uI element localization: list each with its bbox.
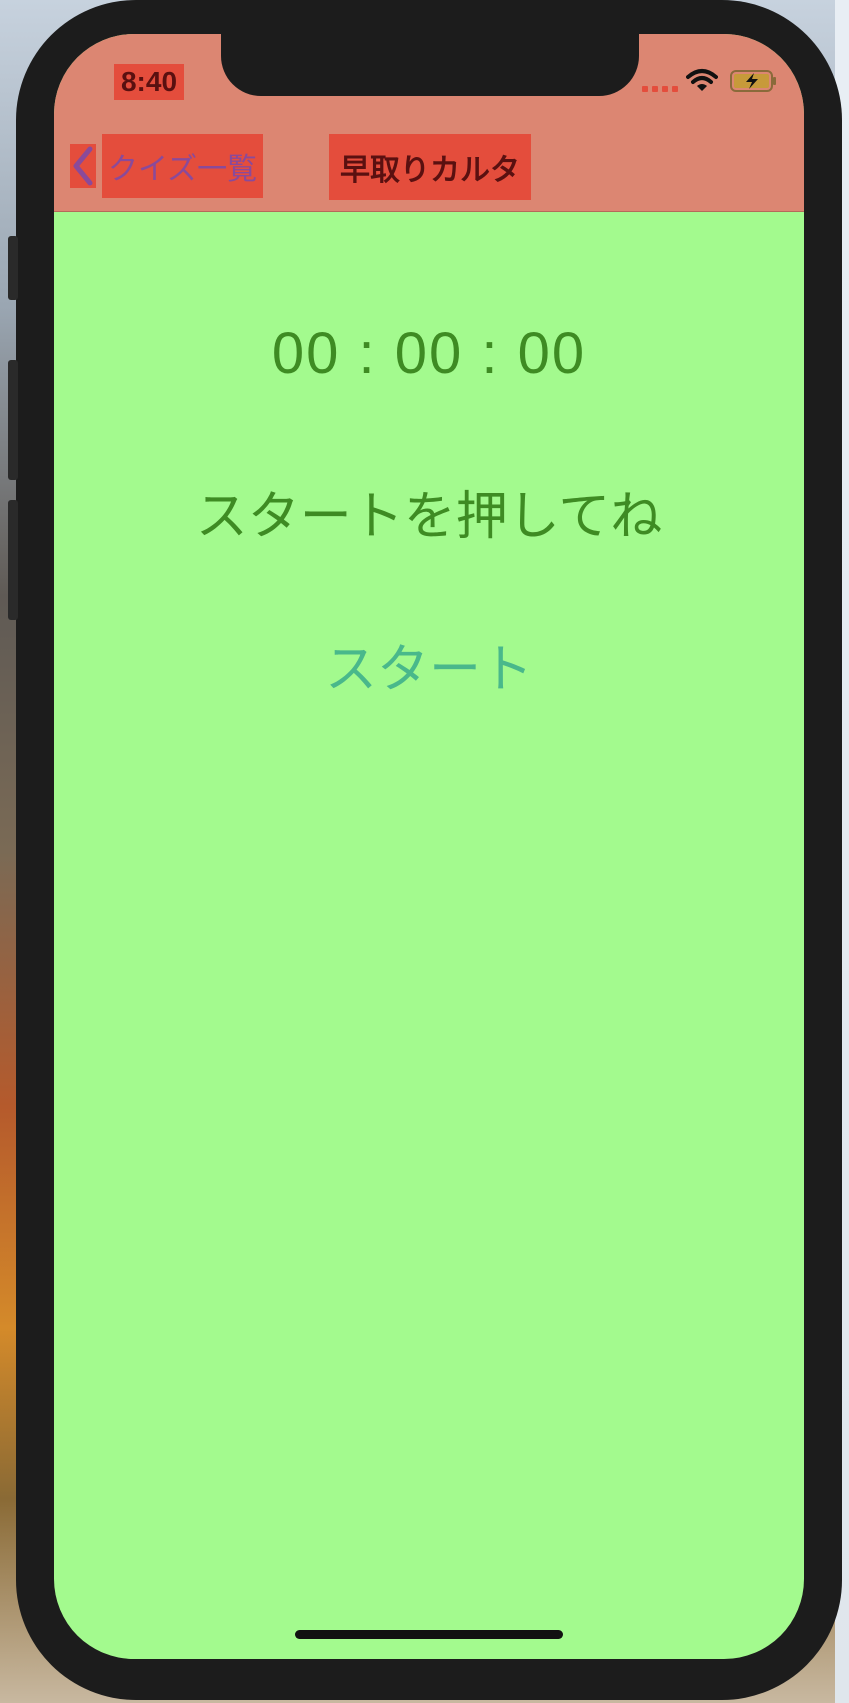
silent-switch [8,236,18,300]
signal-dots-icon [642,86,678,92]
battery-charging-icon [730,70,776,92]
volume-up-button [8,360,18,480]
status-time: 8:40 [114,64,184,100]
start-button[interactable]: スタート [269,624,589,704]
back-button-label: クイズ一覧 [102,134,264,198]
volume-down-button [8,500,18,620]
back-button[interactable]: クイズ一覧 [70,134,264,198]
page-title: 早取りカルタ [329,134,531,200]
navigation-header: 8:40 クイズ一覧 早取りカルタ [54,34,804,212]
wifi-icon [686,69,718,91]
device-screen: 8:40 クイズ一覧 早取りカルタ 00: 00: 00 スタートを押してね… [54,34,804,1659]
chevron-left-icon [70,144,96,188]
instruction-message: スタートを押してね [195,487,663,547]
notch [221,34,639,96]
phone-frame: 8:40 クイズ一覧 早取りカルタ 00: 00: 00 スタートを押してね… [8,0,842,1700]
timer-display: 00 : 00 : 00 [271,321,587,386]
home-indicator[interactable] [295,1630,563,1639]
